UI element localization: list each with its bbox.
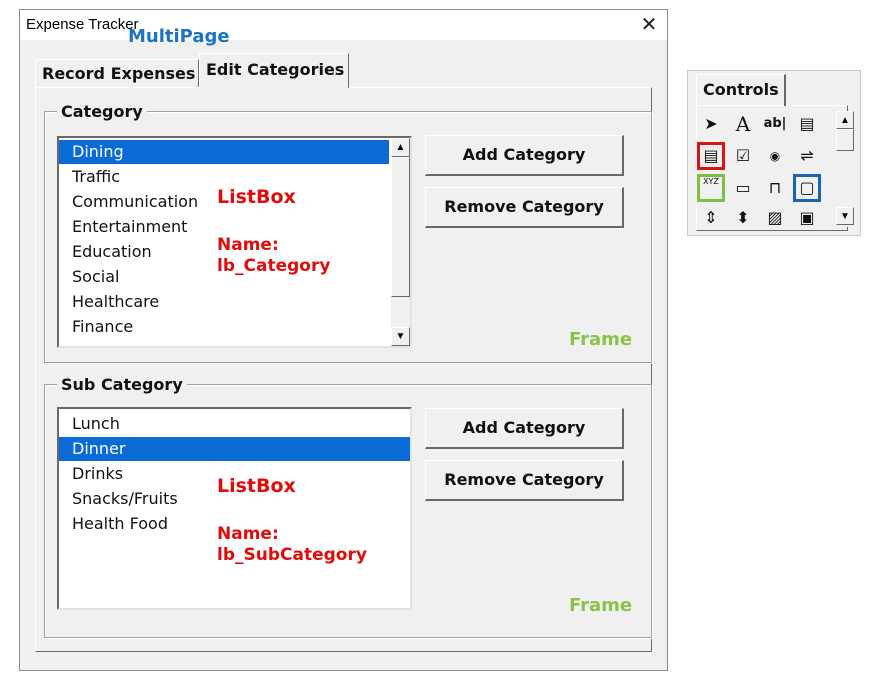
tab-record-expenses[interactable]: Record Expenses <box>35 59 199 87</box>
category-frame-title: Category <box>57 102 147 121</box>
refedit-icon[interactable]: ▣ <box>794 205 820 231</box>
name-annotation-value: lb_SubCategory <box>217 545 367 565</box>
add-category-button[interactable]: Add Category <box>425 135 624 176</box>
scroll-down-arrow-icon[interactable]: ▼ <box>836 207 854 225</box>
list-item[interactable]: Health Food <box>59 512 168 536</box>
scrollbar-thumb[interactable] <box>836 129 854 151</box>
scroll-up-arrow-icon[interactable]: ▲ <box>391 138 410 157</box>
optionbutton-icon[interactable]: ◉ <box>762 143 788 169</box>
category-scrollbar[interactable]: ▲ ▼ <box>391 138 410 346</box>
select-pointer-icon[interactable]: ➤ <box>698 111 724 137</box>
toolbox-scrollbar[interactable]: ▲ ▼ <box>836 111 854 227</box>
lb-subcategory-listbox[interactable]: Lunch Dinner Drinks Snacks/Fruits Health… <box>57 407 412 610</box>
add-subcategory-button[interactable]: Add Category <box>425 408 624 449</box>
list-item[interactable]: Healthcare <box>59 290 159 314</box>
list-item[interactable]: Education <box>59 240 152 264</box>
list-item[interactable]: Dining <box>59 140 389 164</box>
listbox-icon[interactable]: ▤ <box>697 142 725 170</box>
name-annotation-label: Name: <box>217 524 279 544</box>
toolbox-grid: ➤ A ab| ▤ ▤ ☑ ◉ ⇌ XYZ ▭ ⊓ ▢ ⇕ ⬍ ▨ ▣ <box>697 111 832 231</box>
togglebutton-icon[interactable]: ⇌ <box>794 143 820 169</box>
list-item[interactable]: Social <box>59 265 119 289</box>
name-annotation-value: lb_Category <box>217 256 331 276</box>
listbox-annotation: ListBox <box>217 186 296 208</box>
scroll-up-arrow-icon[interactable]: ▲ <box>836 111 854 129</box>
checkbox-icon[interactable]: ☑ <box>730 143 756 169</box>
listbox-annotation: ListBox <box>217 475 296 497</box>
multipage-icon[interactable]: ▢ <box>793 174 821 202</box>
commandbutton-icon[interactable]: ▭ <box>730 175 756 201</box>
tab-controls[interactable]: Controls <box>696 74 786 106</box>
tab-edit-categories[interactable]: Edit Categories <box>199 53 349 88</box>
list-item[interactable]: Lunch <box>59 412 410 436</box>
list-item[interactable]: Drinks <box>59 462 123 486</box>
scrollbar-icon[interactable]: ⇕ <box>698 205 724 231</box>
label-icon[interactable]: A <box>730 111 756 137</box>
frame-annotation: Frame <box>569 595 633 616</box>
image-icon[interactable]: ▨ <box>762 205 788 231</box>
textbox-icon[interactable]: ab| <box>762 111 788 137</box>
list-item[interactable]: Finance <box>59 315 133 339</box>
controls-toolbox: Controls ➤ A ab| ▤ ▤ ☑ ◉ ⇌ XYZ ▭ ⊓ ▢ ⇕ ⬍… <box>687 70 861 236</box>
list-item[interactable]: Traffic <box>59 165 120 189</box>
list-item[interactable]: Communication <box>59 190 198 214</box>
scrollbar-thumb[interactable] <box>391 157 410 297</box>
frame-icon[interactable]: XYZ <box>697 174 725 202</box>
list-item[interactable]: Entertainment <box>59 215 187 239</box>
subcategory-frame-title: Sub Category <box>57 375 187 394</box>
scroll-down-arrow-icon[interactable]: ▼ <box>391 327 410 346</box>
list-item[interactable]: Snacks/Fruits <box>59 487 178 511</box>
window-title: Expense Tracker <box>26 16 139 33</box>
name-annotation-label: Name: <box>217 235 279 255</box>
close-button[interactable]: ✕ <box>632 12 666 38</box>
list-item[interactable]: Dinner <box>59 437 410 461</box>
combobox-icon[interactable]: ▤ <box>794 111 820 137</box>
remove-category-button[interactable]: Remove Category <box>425 187 624 228</box>
frame-annotation: Frame <box>569 329 633 350</box>
multipage-annotation: MultiPage <box>128 26 230 47</box>
tabstrip-icon[interactable]: ⊓ <box>762 175 788 201</box>
remove-subcategory-button[interactable]: Remove Category <box>425 460 624 501</box>
title-bar: Expense Tracker ✕ <box>20 10 667 40</box>
spinbutton-icon[interactable]: ⬍ <box>730 205 756 231</box>
